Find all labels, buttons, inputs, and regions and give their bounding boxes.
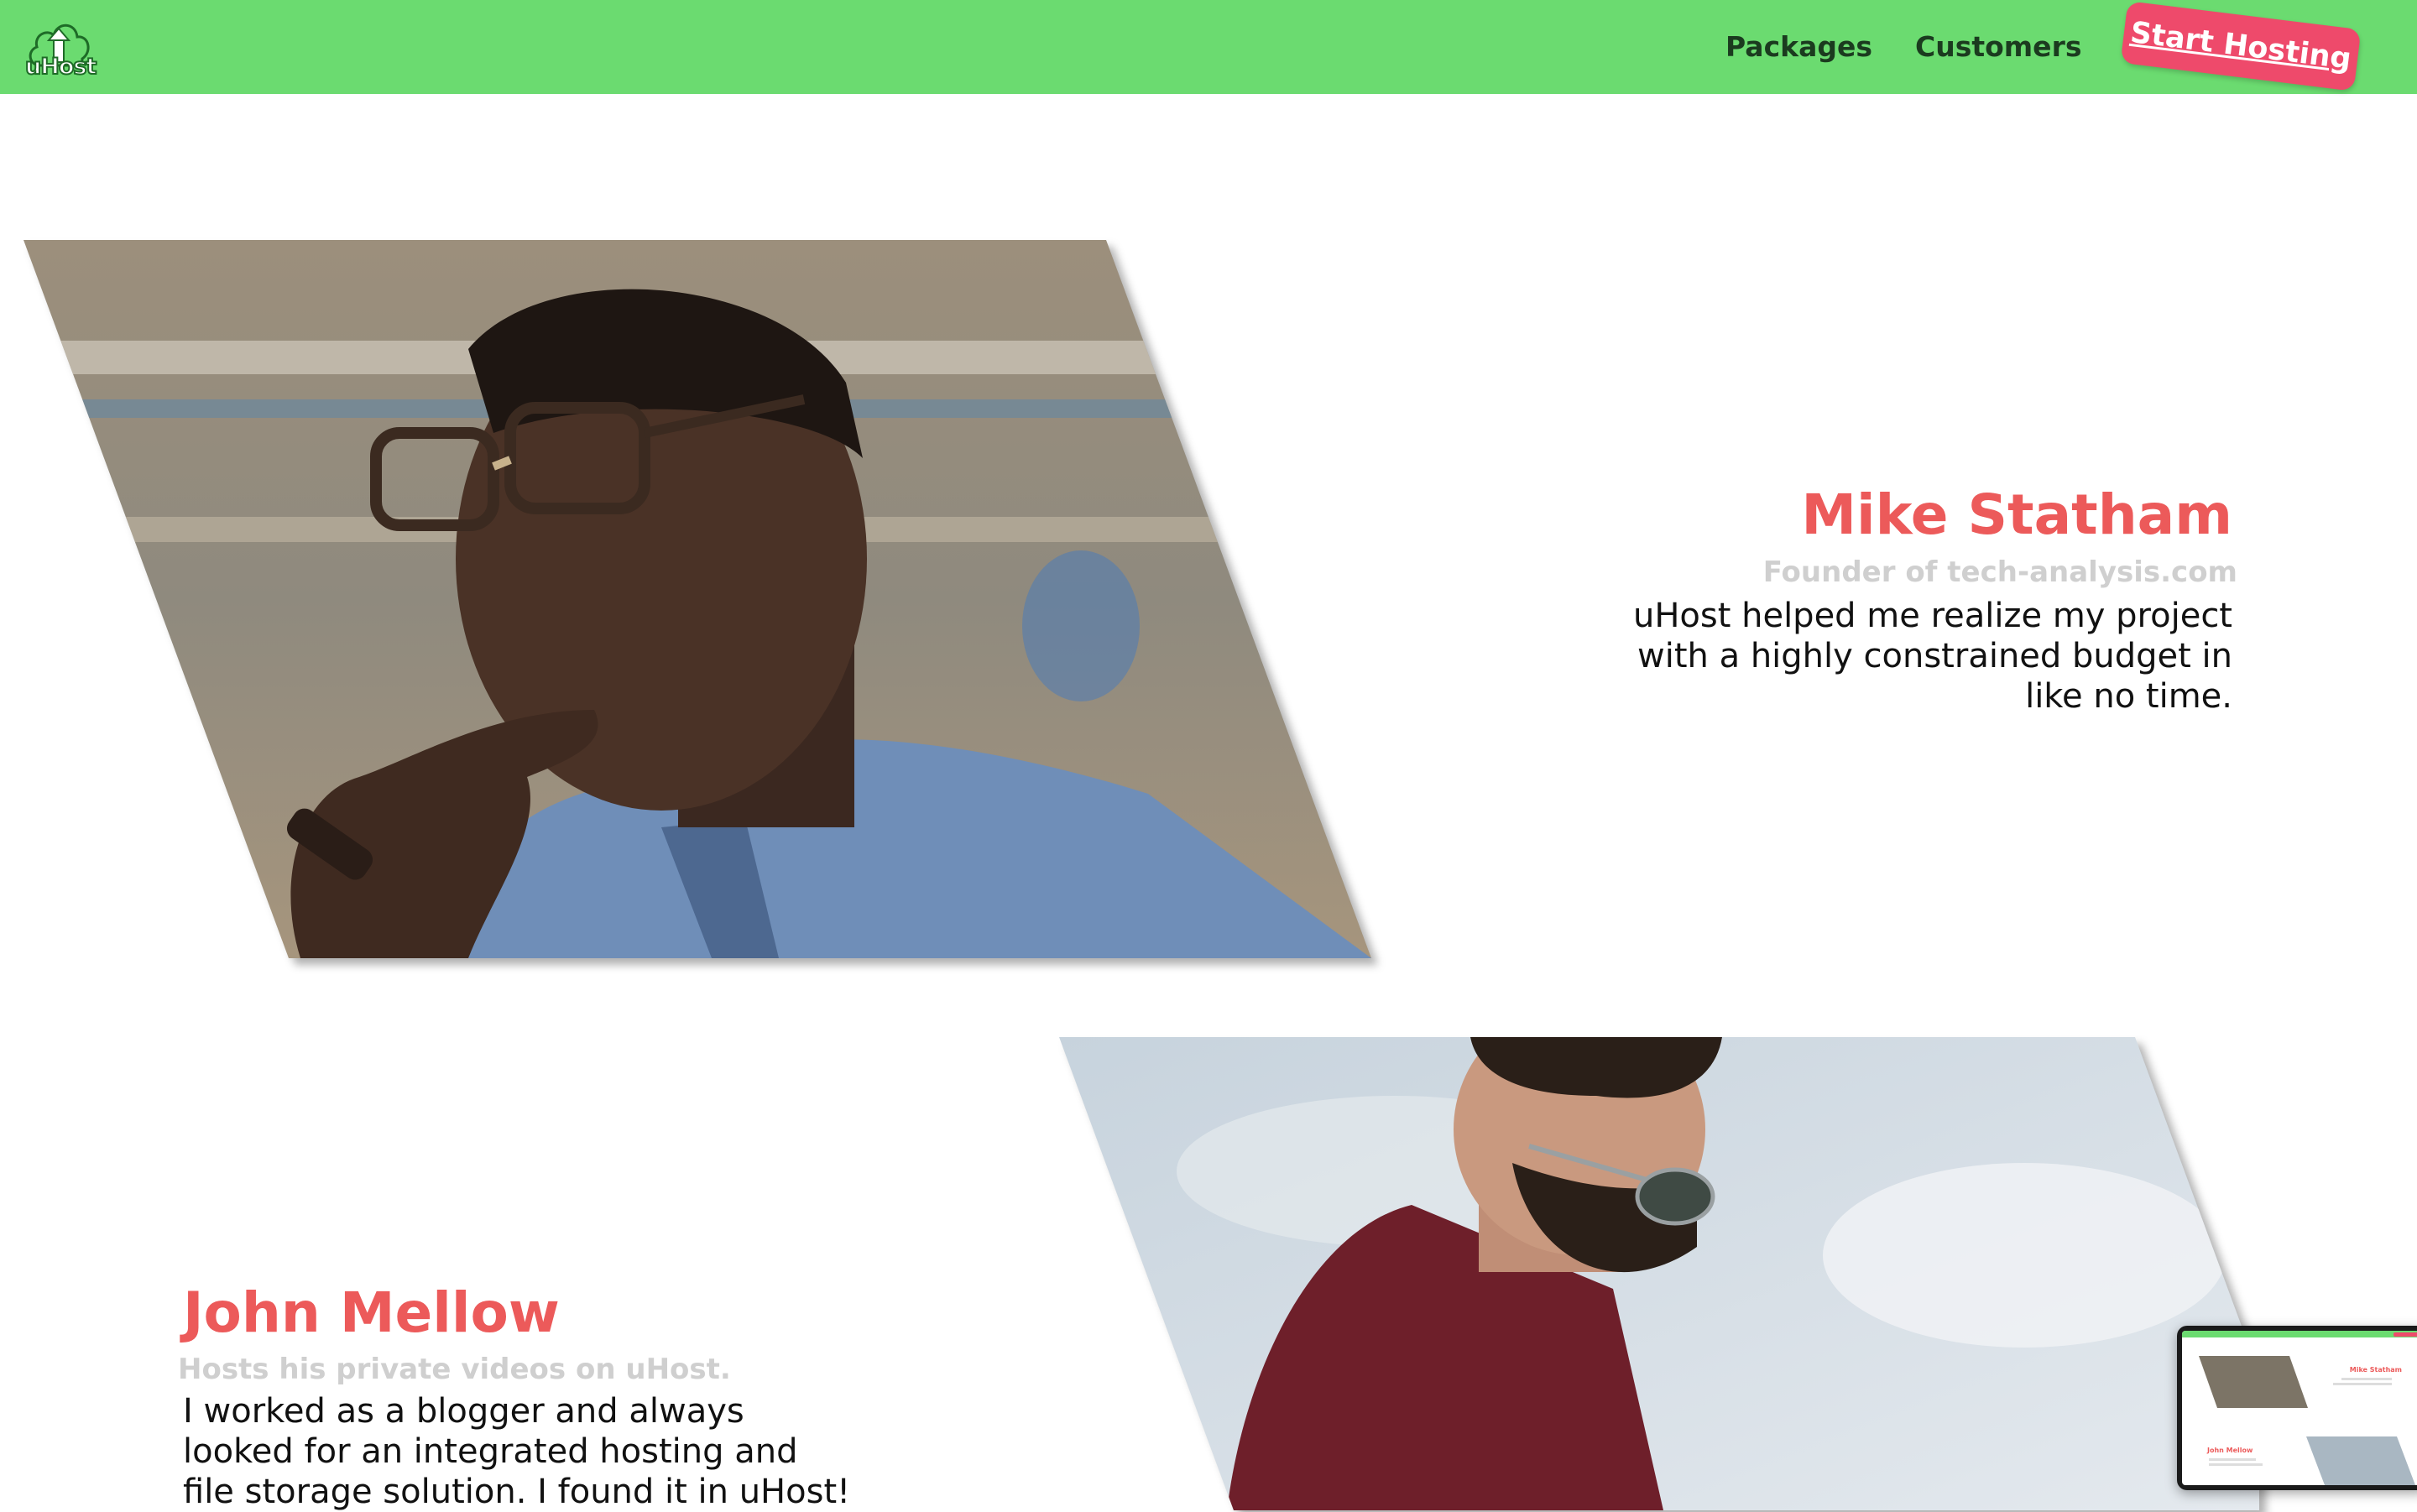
testimonial-1-name: Mike Statham — [1801, 482, 2232, 547]
quote-line: with a highly constrained budget in — [1637, 637, 2232, 675]
preview-label-2: John Mellow — [2207, 1447, 2253, 1454]
nav-packages-link[interactable]: Packages — [1725, 30, 1872, 63]
quote-line: file storage solution. I found it in uHo… — [183, 1473, 851, 1511]
page-preview-thumbnail[interactable]: Mike Statham John Mellow — [2177, 1326, 2417, 1490]
testimonial-2-quote: I worked as a blogger and always looked … — [183, 1391, 938, 1512]
quote-line: uHost helped me realize my project — [1632, 597, 2232, 635]
testimonial-1-role: Founder of tech-analysis.com — [1762, 555, 2237, 589]
testimonial-2-photo — [1059, 1037, 2259, 1510]
nav-customers-link[interactable]: Customers — [1915, 30, 2081, 63]
main-header: uHost Packages Customers Start Hosting — [0, 0, 2417, 94]
testimonial-2-name: John Mellow — [183, 1280, 560, 1345]
testimonial-1-photo — [23, 240, 1371, 958]
preview-screen: Mike Statham John Mellow — [2182, 1331, 2417, 1485]
quote-line: I worked as a blogger and always — [183, 1392, 744, 1431]
preview-label-1: Mike Statham — [2349, 1366, 2402, 1374]
quote-line: looked for an integrated hosting and — [183, 1432, 798, 1471]
testimonial-2-role: Hosts his private videos on uHost. — [178, 1353, 731, 1386]
preview-graphic — [2182, 1331, 2417, 1485]
start-hosting-button[interactable]: Start Hosting — [2120, 1, 2362, 91]
quote-line: like no time. — [2025, 677, 2232, 716]
brand-logo-text: uHost — [24, 53, 97, 81]
testimonial-1-quote: uHost helped me realize my project with … — [1595, 596, 2232, 717]
